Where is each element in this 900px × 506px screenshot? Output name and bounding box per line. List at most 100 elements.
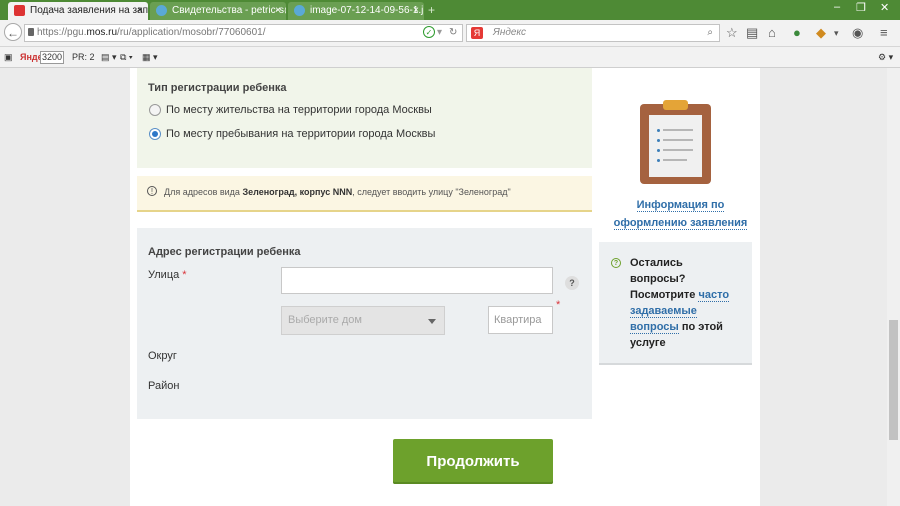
radio-stay[interactable]	[149, 128, 161, 140]
faq-box: ? Остались вопросы? Посмотрите часто зад…	[599, 242, 752, 365]
yandex-icon: Я	[471, 27, 483, 39]
list-line	[663, 139, 693, 141]
faq-line-end: услуге	[630, 337, 666, 349]
continue-button[interactable]: Продолжить	[393, 439, 553, 484]
faq-text: Остались вопросы? Посмотрите часто задав…	[630, 255, 745, 351]
list-bullet	[657, 129, 660, 132]
apartment-required-mark: *	[556, 299, 561, 311]
globe-icon	[294, 5, 305, 16]
tab-image[interactable]: image-07-12-14-09-56-1.jp... ×	[288, 2, 424, 20]
browser-titlebar: Подача заявления на зап... × Свидетельст…	[0, 0, 900, 20]
faq-link-part3[interactable]: вопросы	[630, 321, 679, 334]
close-tab-icon[interactable]: ×	[137, 2, 143, 20]
clipboard-icon[interactable]	[640, 100, 711, 184]
navigation-bar: ← https://pgu.mos.ru/ru/application/moso…	[0, 20, 900, 47]
notice-bold: Зеленоград, корпус NNN	[242, 187, 353, 197]
notice-suffix: , следует вводить улицу "Зеленоград"	[352, 187, 511, 197]
tab-title: image-07-12-14-09-56-1.jp...	[310, 5, 424, 16]
minimize-icon[interactable]: –	[834, 1, 840, 13]
bookmark-star-icon[interactable]: ☆	[726, 25, 738, 41]
faq-line-suffix: по этой	[678, 321, 723, 333]
tab-mail[interactable]: Свидетельства - petric-s@... ×	[150, 2, 286, 20]
scrollbar-thumb[interactable]	[889, 320, 898, 440]
list-bullet	[657, 149, 660, 152]
close-tab-icon[interactable]: ×	[413, 2, 419, 20]
url-domain: mos.ru	[86, 27, 118, 38]
addon-globe-icon[interactable]: ●	[793, 25, 801, 41]
apartment-input[interactable]: Квартира	[488, 306, 553, 334]
close-window-icon[interactable]: ✕	[880, 1, 889, 14]
street-label: Улица *	[148, 269, 187, 281]
reload-icon[interactable]: ↻	[449, 25, 457, 41]
address-heading: Адрес регистрации ребенка	[148, 246, 301, 258]
list-line	[663, 129, 693, 131]
tab-title: Подача заявления на зап...	[30, 5, 148, 16]
search-icon[interactable]: ⌕	[707, 25, 713, 41]
info-link-line2[interactable]: оформлению заявления	[613, 217, 748, 230]
info-icon: !	[147, 186, 157, 196]
district-label: Округ	[148, 350, 177, 362]
help-icon[interactable]: ?	[565, 276, 579, 290]
addon-flag-icon[interactable]: ◆	[816, 25, 826, 41]
house-placeholder: Выберите дом	[288, 314, 362, 326]
address-bar[interactable]: https://pgu.mos.ru/ru/application/mosobr…	[24, 24, 463, 42]
list-bullet	[657, 159, 660, 162]
search-placeholder: Яндекс	[493, 27, 527, 38]
application-info-link[interactable]: Информация по оформлению заявления	[608, 196, 753, 232]
verified-icon[interactable]: ✓	[423, 26, 435, 38]
menu-icon[interactable]: ≡	[880, 25, 888, 41]
list-line	[663, 149, 693, 151]
tab-title: Свидетельства - petric-s@...	[172, 5, 286, 16]
clipboard-paper	[649, 115, 702, 177]
zelenograd-notice: ! Для адресов вида Зеленоград, корпус NN…	[137, 176, 592, 212]
radio-residence-label[interactable]: По месту жительства на территории города…	[166, 104, 432, 116]
faq-line3-prefix: Посмотрите	[630, 289, 699, 301]
settings-gear-icon[interactable]: ⚙ ▾	[878, 50, 893, 64]
bookmarks-list-icon[interactable]: ▤	[746, 25, 758, 41]
close-tab-icon[interactable]: ×	[275, 2, 281, 20]
screen-icon[interactable]: ▣	[4, 50, 13, 64]
notice-text: Для адресов вида Зеленоград, корпус NNN,…	[164, 177, 511, 207]
street-input[interactable]	[281, 267, 553, 294]
faq-link-part2[interactable]: задаваемые	[630, 305, 697, 318]
url-path: /ru/application/mosobr/77060601/	[117, 27, 266, 38]
addon-toolbar: ▣ Яндекс 3200 PR: 2 ▤ ▾ ⧉ ▾ ▦ ▾ ⚙ ▾	[0, 47, 900, 68]
registration-type-heading: Тип регистрации ребенка	[148, 82, 287, 94]
radio-stay-label[interactable]: По месту пребывания на территории города…	[166, 128, 435, 140]
faq-line1: Остались	[630, 257, 683, 269]
question-icon: ?	[611, 258, 621, 268]
restore-icon[interactable]: ❐	[856, 1, 866, 14]
window-icon[interactable]: ▦ ▾	[142, 50, 158, 64]
list-line	[663, 159, 687, 161]
clipboard-clip	[663, 100, 688, 110]
globe-icon	[156, 5, 167, 16]
yandex-counter-value: 3200	[40, 51, 65, 64]
apartment-placeholder: Квартира	[494, 314, 542, 326]
home-icon[interactable]: ⌂	[768, 25, 776, 41]
back-button[interactable]: ←	[4, 23, 22, 41]
house-select[interactable]: Выберите дом	[281, 306, 445, 335]
tab-application[interactable]: Подача заявления на зап... ×	[8, 2, 148, 20]
notice-prefix: Для адресов вида	[164, 187, 243, 197]
new-tab-icon[interactable]: +	[428, 3, 435, 17]
search-box[interactable]: Я Яндекс ⌕	[466, 24, 720, 42]
scrollbar[interactable]	[887, 68, 900, 506]
chevron-down-icon	[428, 319, 436, 324]
area-label: Район	[148, 380, 180, 392]
required-mark: *	[182, 269, 187, 281]
addon-dropdown-icon[interactable]: ▾	[834, 25, 839, 41]
url-prefix: https://pgu.	[37, 27, 87, 38]
list-bullet	[657, 139, 660, 142]
addon-circle-icon[interactable]: ◉	[852, 25, 863, 41]
pagerank-label[interactable]: PR: 2	[72, 50, 95, 64]
faq-line2: вопросы?	[630, 273, 686, 285]
mos-favicon-icon	[14, 5, 25, 16]
info-link-line1[interactable]: Информация по	[636, 199, 725, 212]
dropdown-icon[interactable]: ▾	[437, 25, 442, 41]
faq-link-part1[interactable]: часто	[698, 289, 730, 302]
street-label-text: Улица	[148, 269, 180, 281]
copy-icon[interactable]: ⧉ ▾	[120, 50, 133, 64]
lock-icon	[28, 28, 34, 36]
radio-residence[interactable]	[149, 104, 161, 116]
page-icon[interactable]: ▤ ▾	[101, 50, 117, 64]
